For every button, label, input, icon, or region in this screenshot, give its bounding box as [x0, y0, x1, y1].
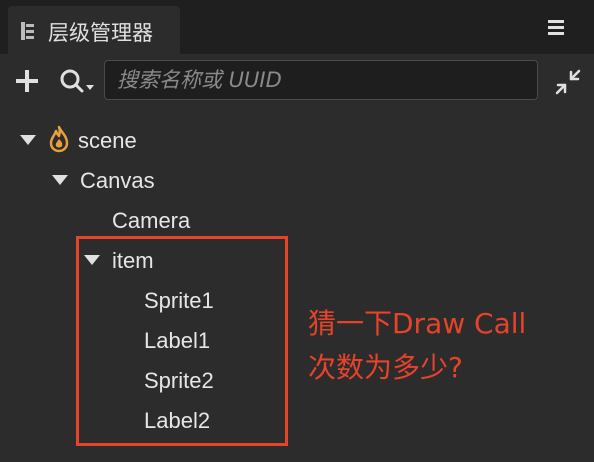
search-field[interactable] — [104, 60, 538, 100]
tree-node-scene[interactable]: scene — [0, 120, 594, 160]
search-icon[interactable] — [56, 66, 100, 96]
expand-arrow-icon[interactable] — [20, 135, 36, 145]
highlight-box — [76, 236, 288, 446]
expand-arrow-icon[interactable] — [52, 175, 68, 185]
hierarchy-icon — [21, 22, 34, 40]
node-label: Canvas — [80, 168, 155, 193]
plus-icon[interactable] — [12, 66, 42, 96]
panel-tab-bar: 层级管理器 — [0, 0, 594, 54]
annotation-line-1: 猜一下Draw Call — [308, 307, 527, 340]
hierarchy-panel: 层级管理器 搜索名称或 UUID scene Canvas Camera ite… — [0, 0, 594, 462]
panel-title: 层级管理器 — [48, 21, 153, 45]
node-label: Camera — [112, 208, 191, 233]
tree-node-camera[interactable]: Camera — [0, 200, 594, 240]
annotation-line-2: 次数为多少? — [308, 351, 463, 384]
tree-node-canvas[interactable]: Canvas — [0, 160, 594, 200]
menu-icon[interactable] — [542, 14, 570, 40]
search-input[interactable] — [105, 61, 537, 99]
collapse-icon[interactable] — [552, 66, 584, 98]
flame-icon — [49, 125, 69, 153]
tab-hierarchy[interactable]: 层级管理器 — [8, 6, 180, 54]
hierarchy-toolbar — [0, 54, 594, 108]
node-label: scene — [78, 128, 137, 153]
